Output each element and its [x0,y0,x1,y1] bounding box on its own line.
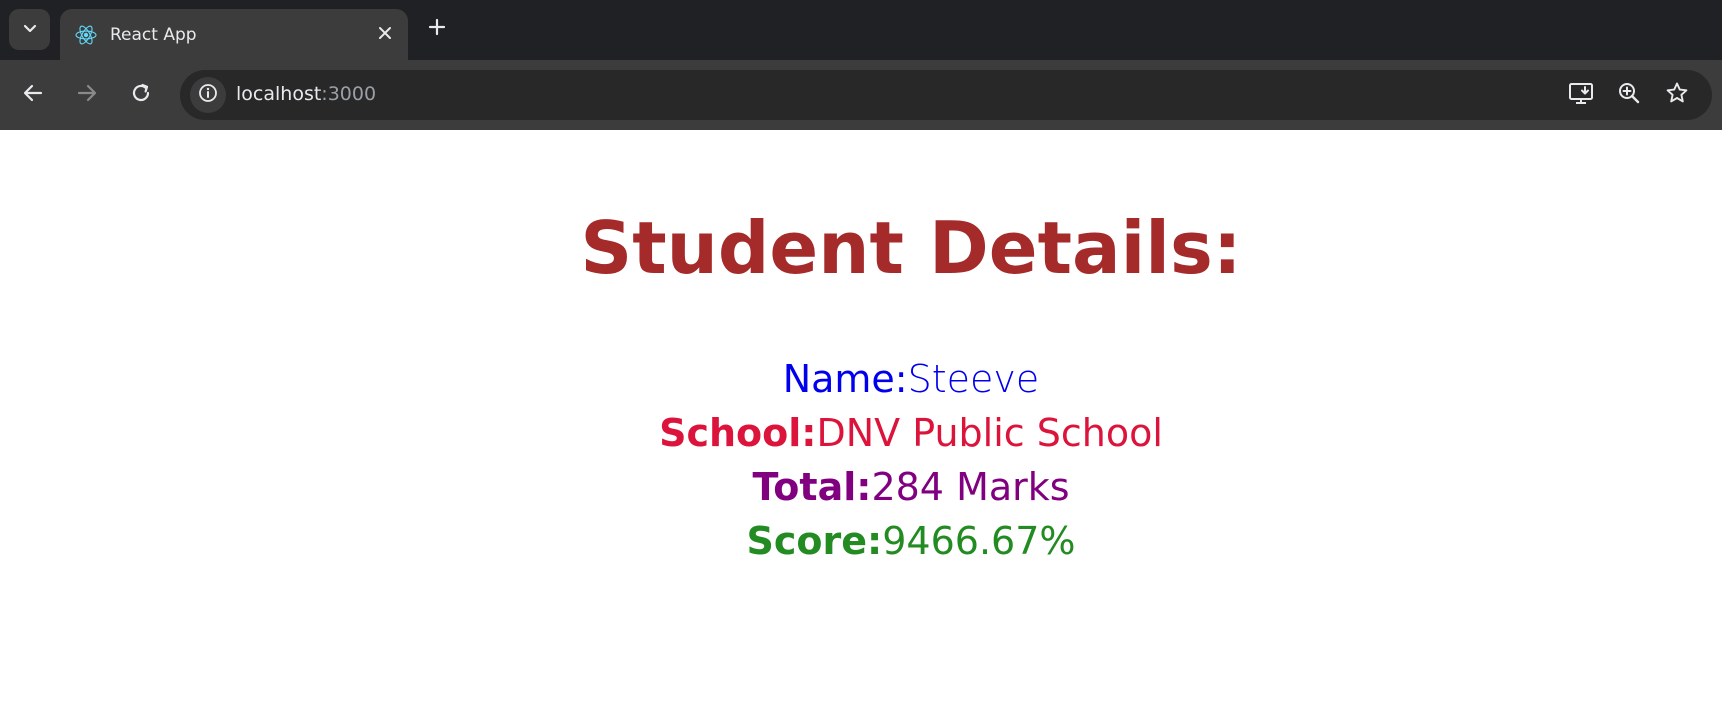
total-value: 284 Marks [871,465,1070,509]
close-icon [378,25,392,44]
tab-search-button[interactable] [9,9,50,50]
score-row: Score:9466.67% [100,514,1722,568]
install-app-button[interactable] [1566,80,1596,110]
score-label: Score: [746,519,883,563]
tab-close-button[interactable] [372,21,398,47]
tab-react-app[interactable]: React App [60,9,408,60]
score-value: 9466.67% [882,519,1076,563]
name-label: Name: [782,357,908,401]
site-info-button[interactable] [190,77,226,113]
url-host: localhost [236,83,322,105]
page-heading: Student Details: [580,206,1242,290]
zoom-in-icon [1617,81,1641,109]
arrow-right-icon [76,82,98,108]
star-icon [1665,81,1689,109]
install-icon [1568,81,1594,109]
address-bar[interactable]: localhost:3000 [180,70,1712,120]
url-port: :3000 [321,83,377,105]
student-details: Name:Steeve School:DNV Public School Tot… [100,352,1722,568]
school-row: School:DNV Public School [100,406,1722,460]
name-value: Steeve [907,357,1040,401]
browser-toolbar: localhost:3000 [0,60,1722,130]
tab-strip: React App [0,0,1722,60]
react-logo-icon [74,23,98,47]
reload-icon [130,82,152,108]
school-label: School: [659,411,817,455]
bookmark-button[interactable] [1662,80,1692,110]
chevron-down-icon [22,20,38,40]
total-row: Total:284 Marks [100,460,1722,514]
page-content: Student Details: Name:Steeve School:DNV … [0,130,1722,713]
back-button[interactable] [18,80,48,110]
school-value: DNV Public School [816,411,1163,455]
url-text: localhost:3000 [236,83,376,105]
tab-title: React App [110,24,197,45]
reload-button[interactable] [126,80,156,110]
zoom-button[interactable] [1614,80,1644,110]
new-tab-button[interactable] [422,14,452,44]
total-label: Total: [752,465,872,509]
forward-button[interactable] [72,80,102,110]
plus-icon [427,17,447,41]
arrow-left-icon [22,82,44,108]
name-row: Name:Steeve [100,352,1722,406]
info-icon [198,83,218,107]
